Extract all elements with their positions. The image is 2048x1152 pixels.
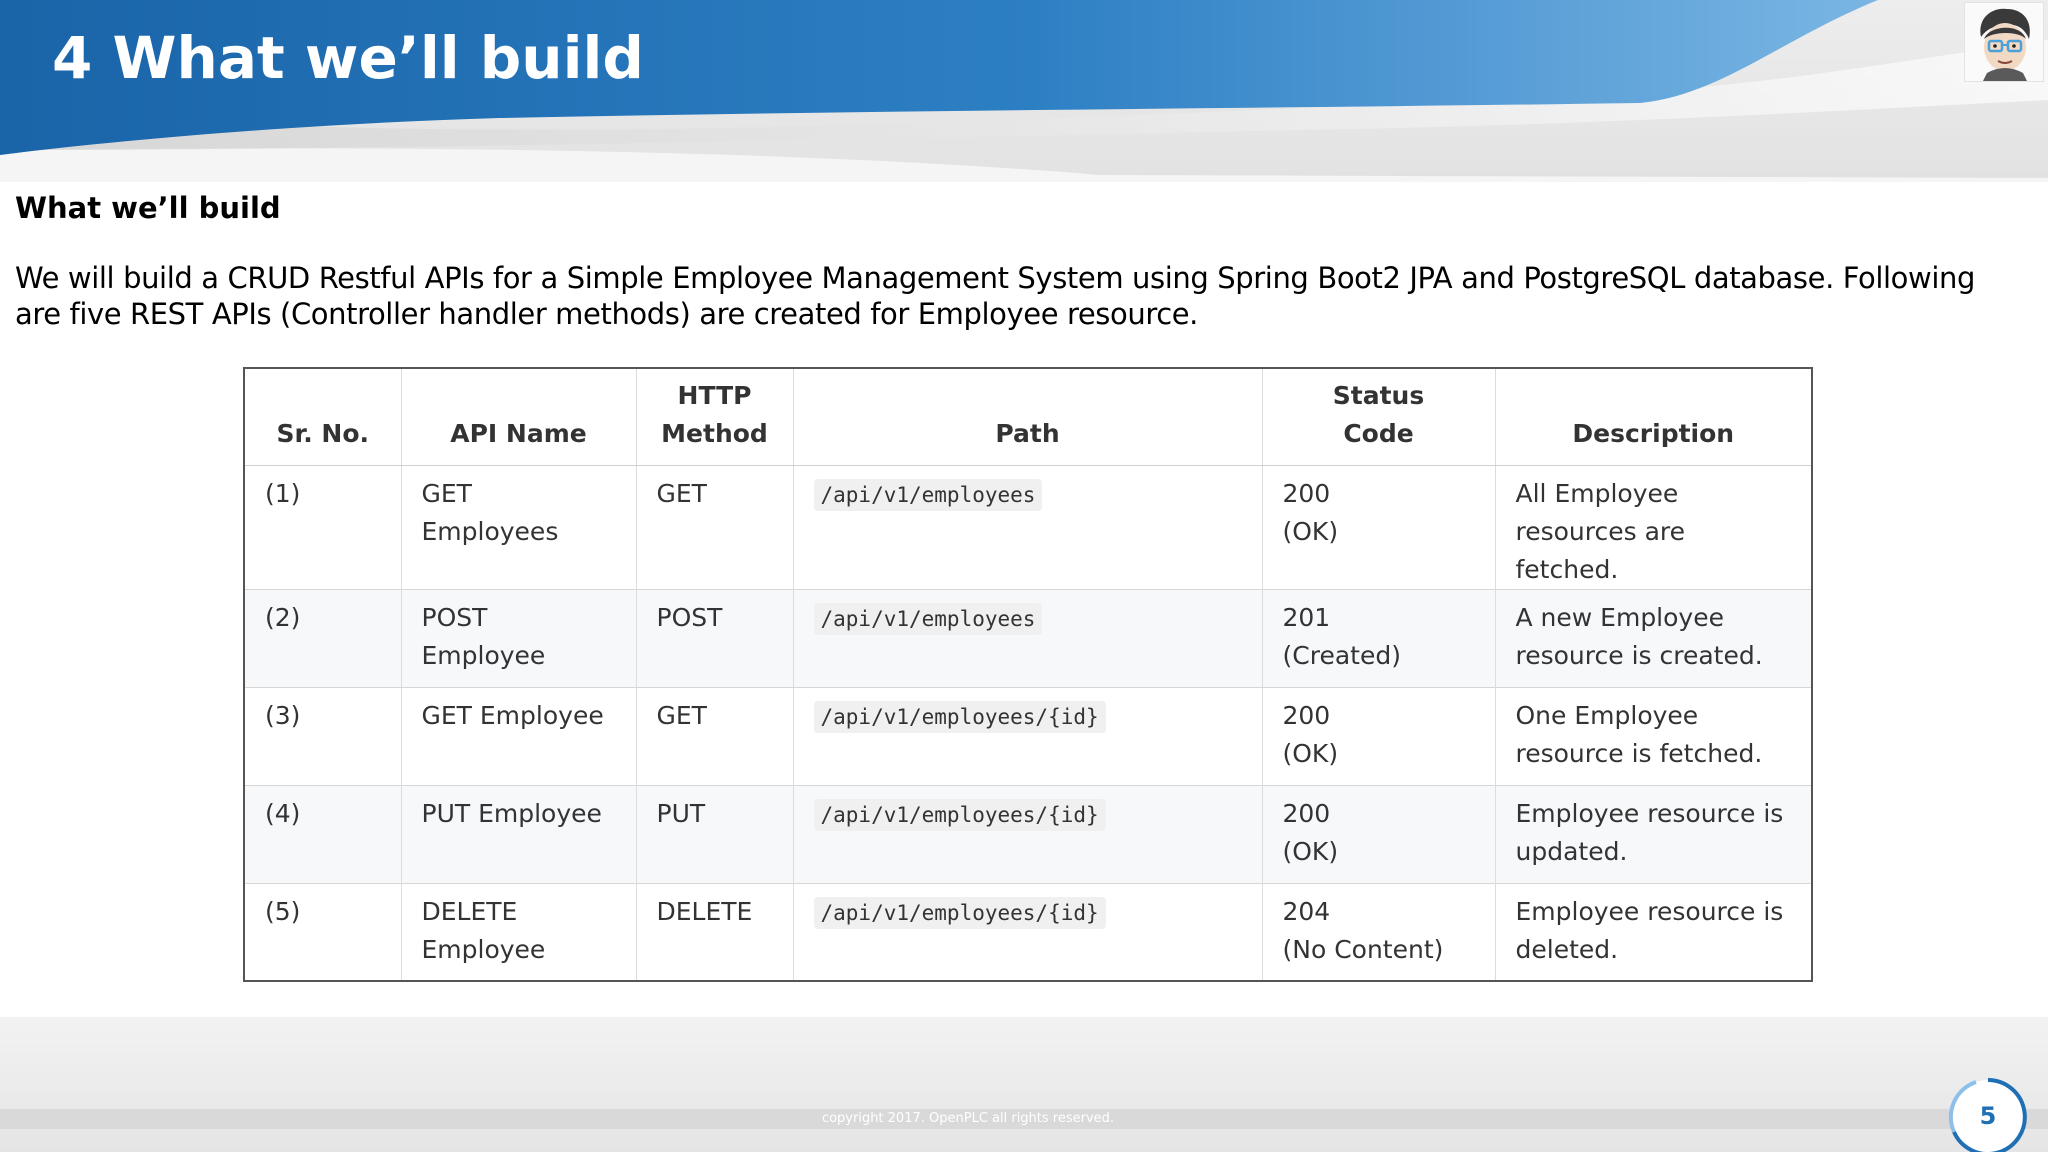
cell-api-name: GET Employees bbox=[400, 464, 636, 589]
cell-sr-no: (1) bbox=[244, 464, 401, 589]
cell-description: Employee resource is deleted. bbox=[1494, 882, 1812, 981]
cell-description: A new Employee resource is created. bbox=[1494, 588, 1812, 687]
status-code: 200 bbox=[1282, 798, 1331, 828]
status-text: (Created) bbox=[1282, 640, 1401, 670]
header-status-line2: Code bbox=[1343, 418, 1414, 448]
header-http-method-line2: Method bbox=[661, 418, 768, 448]
page-number: 5 bbox=[1979, 1102, 1997, 1130]
cell-method: DELETE bbox=[635, 882, 793, 981]
status-text: (No Content) bbox=[1282, 934, 1444, 964]
cell-method: POST bbox=[635, 588, 793, 687]
api-table: Sr. No. API Name HTTP Method Path Status… bbox=[243, 367, 1813, 982]
status-code: 200 bbox=[1282, 700, 1331, 730]
cell-api-name: POST Employee bbox=[400, 588, 636, 687]
cartoon-face-icon bbox=[1964, 2, 2044, 82]
table-row: (1) GET Employees GET /api/v1/employees … bbox=[244, 464, 1812, 589]
cell-status: 200 (OK) bbox=[1261, 464, 1495, 589]
cell-path: /api/v1/employees/{id} bbox=[792, 686, 1262, 785]
status-text: (OK) bbox=[1282, 738, 1339, 768]
header-sr-no: Sr. No. bbox=[244, 368, 401, 466]
header-description: Description bbox=[1494, 368, 1812, 466]
table-row: (4) PUT Employee PUT /api/v1/employees/{… bbox=[244, 784, 1812, 883]
path-code: /api/v1/employees/{id} bbox=[813, 896, 1106, 929]
section-heading: What we’ll build bbox=[15, 191, 281, 225]
cell-path: /api/v1/employees bbox=[792, 588, 1262, 687]
cell-api-name: PUT Employee bbox=[400, 784, 636, 883]
path-code: /api/v1/employees/{id} bbox=[813, 798, 1106, 831]
copyright-text: copyright 2017. OpenPLC all rights reser… bbox=[821, 1111, 1115, 1126]
status-text: (OK) bbox=[1282, 516, 1339, 546]
path-code: /api/v1/employees bbox=[813, 478, 1043, 511]
cell-api-name: DELETE Employee bbox=[400, 882, 636, 981]
cell-status: 200 (OK) bbox=[1261, 784, 1495, 883]
cell-method: PUT bbox=[635, 784, 793, 883]
status-code: 204 bbox=[1282, 896, 1331, 926]
status-code: 201 bbox=[1282, 602, 1331, 632]
table-row: (3) GET Employee GET /api/v1/employees/{… bbox=[244, 686, 1812, 785]
cell-status: 200 (OK) bbox=[1261, 686, 1495, 785]
cell-description: Employee resource is updated. bbox=[1494, 784, 1812, 883]
header-status-line1: Status bbox=[1332, 380, 1425, 410]
cell-status: 201 (Created) bbox=[1261, 588, 1495, 687]
intro-paragraph: We will build a CRUD Restful APIs for a … bbox=[15, 261, 1975, 331]
header-status-code: Status Code bbox=[1261, 368, 1495, 466]
cell-sr-no: (4) bbox=[244, 784, 401, 883]
status-code: 200 bbox=[1282, 478, 1331, 508]
cell-sr-no: (2) bbox=[244, 588, 401, 687]
path-code: /api/v1/employees/{id} bbox=[813, 700, 1106, 733]
header-path: Path bbox=[792, 368, 1262, 466]
cell-status: 204 (No Content) bbox=[1261, 882, 1495, 981]
cell-method: GET bbox=[635, 464, 793, 589]
footer-band bbox=[0, 1017, 2048, 1152]
cell-method: GET bbox=[635, 686, 793, 785]
header-http-method-line1: HTTP bbox=[677, 380, 752, 410]
header-api-name: API Name bbox=[400, 368, 636, 466]
cell-description: All Employee resources are fetched. bbox=[1494, 464, 1812, 589]
status-text: (OK) bbox=[1282, 836, 1339, 866]
table-header-row: Sr. No. API Name HTTP Method Path Status… bbox=[244, 368, 1812, 466]
cell-sr-no: (5) bbox=[244, 882, 401, 981]
cell-path: /api/v1/employees bbox=[792, 464, 1262, 589]
header-http-method: HTTP Method bbox=[635, 368, 793, 466]
cell-path: /api/v1/employees/{id} bbox=[792, 882, 1262, 981]
cell-path: /api/v1/employees/{id} bbox=[792, 784, 1262, 883]
cell-description: One Employee resource is fetched. bbox=[1494, 686, 1812, 785]
table-row: (2) POST Employee POST /api/v1/employees… bbox=[244, 588, 1812, 687]
cell-sr-no: (3) bbox=[244, 686, 401, 785]
path-code: /api/v1/employees bbox=[813, 602, 1043, 635]
table-row: (5) DELETE Employee DELETE /api/v1/emplo… bbox=[244, 882, 1812, 981]
slide-title: 4 What we’ll build bbox=[52, 24, 644, 92]
cell-api-name: GET Employee bbox=[400, 686, 636, 785]
